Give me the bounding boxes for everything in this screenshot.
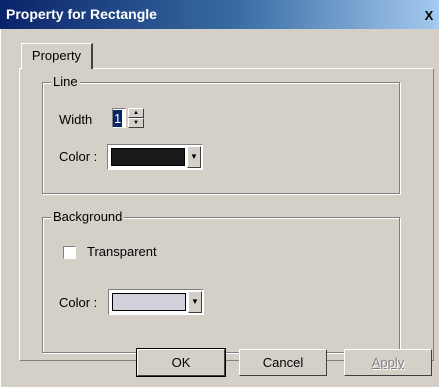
ok-button[interactable]: OK — [136, 348, 226, 377]
width-spinner[interactable]: ▲ ▼ — [128, 108, 144, 128]
spin-up-icon[interactable]: ▲ — [128, 108, 144, 118]
cancel-button[interactable]: Cancel — [239, 349, 327, 376]
spin-down-icon[interactable]: ▼ — [128, 118, 144, 128]
width-label: Width — [59, 112, 93, 127]
line-color-label: Color : — [59, 149, 98, 164]
apply-button[interactable]: Apply — [344, 349, 432, 376]
tab-panel: Line Width 1 ▲ ▼ Color : ▼ Background Tr… — [19, 68, 434, 361]
transparent-checkbox[interactable] — [63, 246, 76, 259]
line-group-legend: Line — [51, 74, 80, 89]
background-color-combo[interactable]: ▼ — [108, 289, 204, 315]
background-color-swatch — [112, 293, 186, 311]
window-title: Property for Rectangle — [6, 6, 157, 22]
chevron-down-icon[interactable]: ▼ — [187, 146, 201, 168]
line-color-swatch — [111, 148, 185, 166]
width-input[interactable]: 1 — [112, 108, 126, 128]
transparent-label: Transparent — [87, 244, 157, 259]
tab-property[interactable]: Property — [21, 43, 93, 69]
line-group: Line Width 1 ▲ ▼ Color : ▼ — [42, 74, 400, 194]
apply-label: Apply — [371, 355, 405, 370]
background-color-label: Color : — [59, 295, 98, 310]
dialog-body: Property Line Width 1 ▲ ▼ Color : ▼ Back… — [0, 29, 439, 387]
chevron-down-icon[interactable]: ▼ — [188, 291, 202, 313]
title-bar: Property for Rectangle X — [0, 0, 439, 29]
tab-label: Property — [31, 48, 82, 63]
line-color-combo[interactable]: ▼ — [107, 144, 203, 170]
background-group-legend: Background — [51, 209, 125, 224]
close-icon[interactable]: X — [422, 8, 436, 24]
width-value: 1 — [113, 110, 123, 127]
background-group: Background Transparent Color : ▼ — [42, 209, 400, 353]
